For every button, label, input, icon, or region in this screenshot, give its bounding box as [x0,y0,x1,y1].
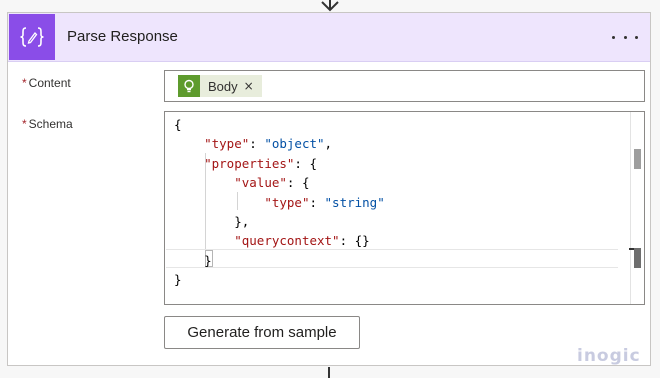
json-punct: : {} [339,233,370,249]
close-icon[interactable]: × [244,79,254,93]
json-key: "type" [204,136,250,152]
json-key: "value" [234,175,287,191]
card-header[interactable]: Parse Response [8,13,650,62]
json-punct: { [174,117,182,132]
menu-dot [612,35,615,39]
required-mark: * [22,117,27,131]
json-string: "string" [324,194,385,210]
flow-connector-line [328,367,330,378]
required-mark: * [22,76,27,90]
json-punct: : [309,194,325,210]
card-title: Parse Response [67,28,178,45]
flow-canvas: Parse Response * Content Body × * Schema… [0,0,660,378]
generate-from-sample-button[interactable]: Generate from sample [164,316,360,349]
json-key: "querycontext" [234,233,340,249]
json-key: "properties" [204,155,295,171]
code-line: { [174,115,385,134]
code-line: "type": "object", [174,134,385,153]
json-key: "type" [264,194,310,210]
curly-braces-edit-icon [9,14,55,60]
parse-response-card: Parse Response * Content Body × * Schema… [7,12,651,366]
json-punct: , [324,136,333,152]
dynamic-content-token[interactable]: Body × [178,75,262,97]
code-line: } [174,251,385,270]
content-label: * Content [22,76,71,90]
scroll-cursor-marker [629,248,634,250]
menu-dot [635,35,638,39]
json-string: "object" [264,136,325,152]
ellipsis-icon[interactable] [612,29,638,45]
watermark-logo: inogic [577,346,641,366]
code-line: "type": "string" [174,193,385,212]
token-label: Body [208,78,238,94]
code-line: "querycontext": {} [174,231,385,250]
code-line: "value": { [174,173,385,192]
scroll-thumb[interactable] [634,149,641,169]
json-punct: : { [286,175,310,191]
json-punct: : [249,136,265,152]
lightbulb-icon [178,75,200,97]
json-punct: } [204,252,212,268]
content-field[interactable]: Body × [164,70,645,102]
schema-editor[interactable]: { "type": "object", "properties": { "val… [164,111,645,305]
content-label-text: Content [28,76,71,90]
schema-label-text: Schema [28,117,73,131]
json-punct: : { [294,155,317,171]
flow-arrow-icon [321,0,339,12]
schema-label: * Schema [22,117,73,131]
code-line: "properties": { [174,154,385,173]
scroll-position-marker [634,248,641,268]
code-line: }, [174,212,385,231]
code-line: } [174,270,385,289]
editor-scrollbar[interactable] [629,112,644,304]
schema-code[interactable]: { "type": "object", "properties": { "val… [174,115,385,290]
json-punct: } [174,272,182,288]
menu-dot [623,35,627,39]
json-punct: }, [234,213,250,229]
